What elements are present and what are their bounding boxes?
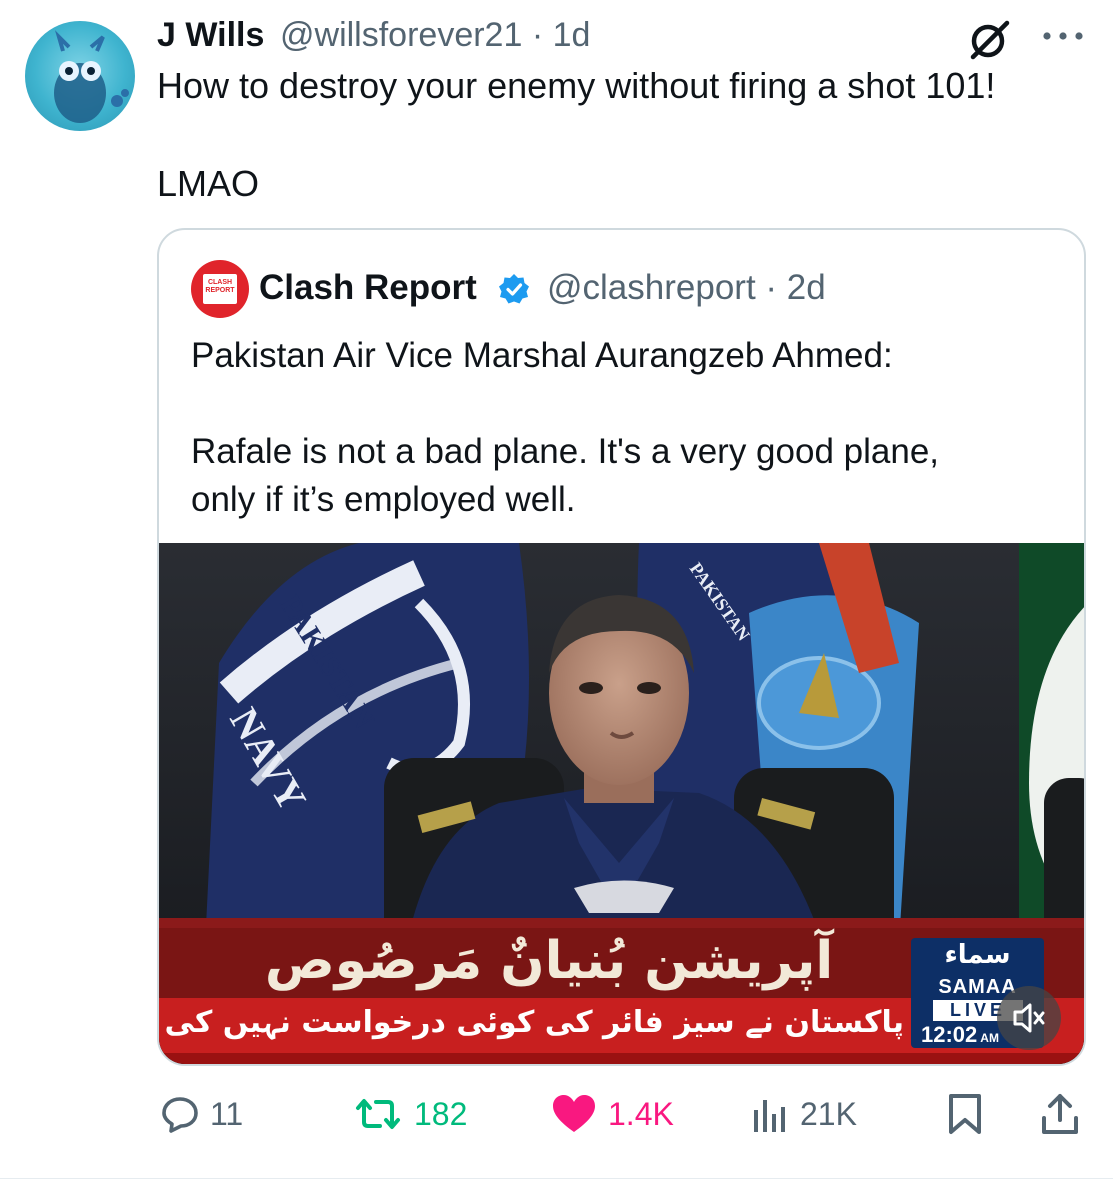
separator-dot: · [522, 16, 553, 54]
like-button[interactable]: 1.4K [550, 1088, 674, 1140]
clock-time: 12:02 [921, 1022, 978, 1047]
like-count: 1.4K [608, 1095, 674, 1132]
repost-button[interactable]: 182 [352, 1088, 467, 1140]
quoted-text-line-2: Rafale is not a bad plane. It's a very g… [191, 432, 940, 519]
view-count: 21K [800, 1095, 857, 1132]
bookmark-button[interactable] [945, 1088, 985, 1140]
quoted-post-card[interactable]: CLASH REPORT Clash Report @clashreport ·… [157, 228, 1086, 1066]
reply-count: 11 [210, 1095, 244, 1132]
repost-count: 182 [414, 1095, 468, 1132]
views-button[interactable]: 21K [750, 1088, 857, 1140]
grok-icon[interactable] [965, 16, 1013, 64]
author-handle[interactable]: @willsforever21 [280, 16, 522, 54]
divider [0, 1178, 1113, 1179]
quoted-author-avatar[interactable]: CLASH REPORT [191, 260, 249, 318]
channel-urdu-name: سماء [944, 940, 1011, 970]
post-text-line-1: How to destroy your enemy without firing… [157, 65, 996, 106]
logo-text: CLASH REPORT [205, 279, 235, 294]
share-icon [1042, 1094, 1078, 1134]
mute-button[interactable] [997, 986, 1061, 1050]
quoted-text-line-1: Pakistan Air Vice Marshal Aurangzeb Ahme… [191, 336, 893, 375]
analytics-icon [754, 1100, 785, 1132]
verified-badge-icon [498, 273, 530, 305]
avatar-creature-icon [54, 30, 129, 123]
quoted-author-name[interactable]: Clash Report [259, 268, 477, 308]
share-button[interactable] [1040, 1088, 1080, 1140]
author-name[interactable]: J Wills [157, 16, 264, 55]
author-handle-and-time[interactable]: @willsforever21 · 1d [280, 16, 590, 55]
volume-muted-icon [1013, 1003, 1045, 1033]
post-text-line-2: LMAO [157, 163, 260, 204]
ticker-headline: آپریشن بُنیانٌ مَرصُوص [264, 931, 834, 991]
video-player[interactable]: PAKISTAN NAVY PAKISTAN آپریشن بُنیانٌ مَ… [159, 543, 1084, 1064]
repost-icon [356, 1099, 400, 1129]
bookmark-icon [949, 1094, 981, 1134]
quoted-author-handle[interactable]: @clashreport [547, 268, 756, 307]
reply-button[interactable]: 11 [160, 1088, 243, 1140]
post-time[interactable]: 1d [553, 16, 591, 54]
quoted-handle-and-time[interactable]: @clashreport · 2d [547, 268, 826, 308]
ticker-subline: پاکستان نے سیز فائر کی کوئی درخواست نہیں… [159, 1005, 904, 1040]
more-options-icon[interactable] [1040, 20, 1086, 50]
separator-dot: · [755, 268, 787, 307]
quoted-post-time[interactable]: 2d [787, 268, 826, 307]
heart-icon [553, 1095, 595, 1132]
reply-icon [162, 1097, 198, 1133]
author-avatar[interactable] [25, 21, 135, 131]
